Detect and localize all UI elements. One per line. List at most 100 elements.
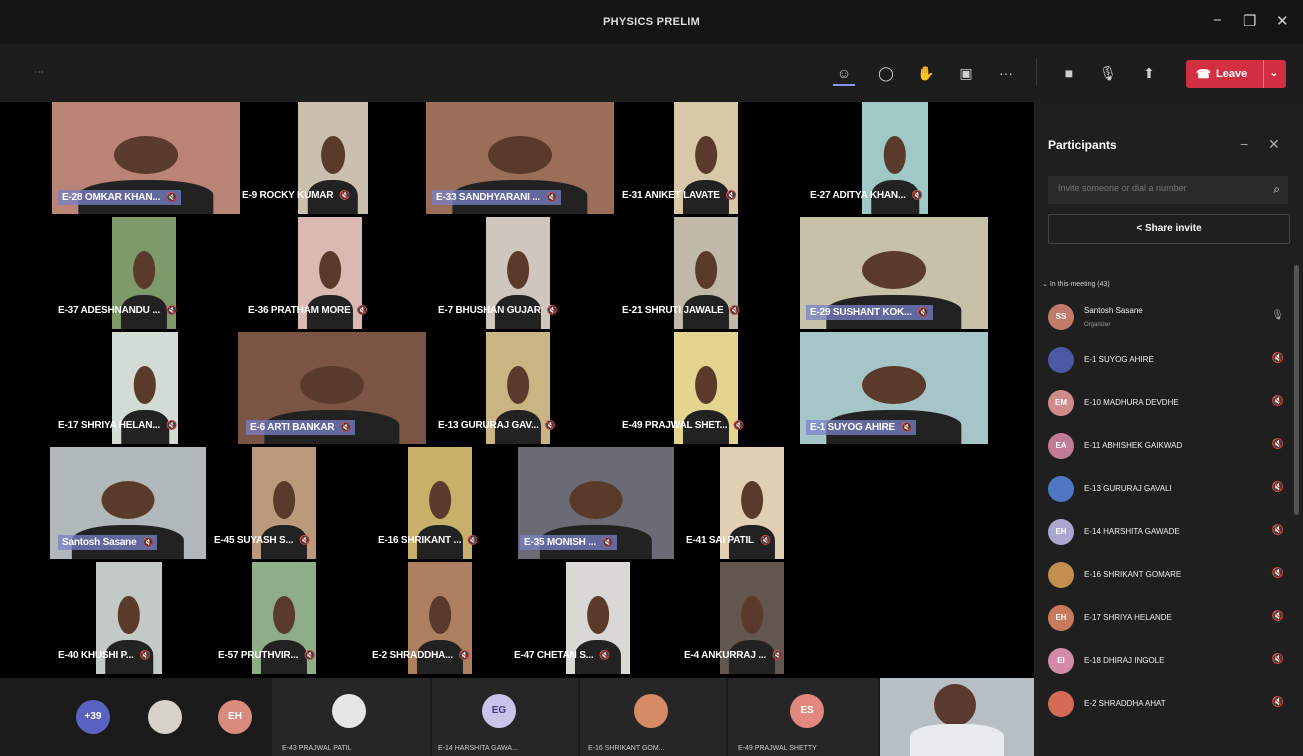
- mic-muted-icon: 🔇: [339, 190, 351, 200]
- in-meeting-section-toggle[interactable]: ⌄ In this meeting (43): [1042, 280, 1110, 288]
- person-head: [741, 480, 763, 519]
- participant-name: E-13 GURURAJ GAVALI: [1084, 484, 1172, 493]
- mic-muted-icon[interactable]: 🔇: [1272, 568, 1284, 579]
- mic-muted-icon: 🔇: [546, 192, 558, 202]
- participant-name: E-4 ANKURRAJ ...: [684, 650, 766, 661]
- avatar: [1048, 691, 1074, 717]
- more-actions-button[interactable]: ···: [995, 62, 1017, 84]
- share-screen-icon[interactable]: ⬆: [1138, 62, 1160, 84]
- participant-row[interactable]: EI E-18 DHIRAJ INGOLE 🔇: [1048, 642, 1288, 682]
- avatar: [148, 700, 182, 734]
- participant-name-label: E-33 SANDHYARANI ... 🔇: [432, 190, 562, 205]
- self-view-video[interactable]: [880, 678, 1034, 756]
- minimize-button[interactable]: −: [1213, 12, 1222, 29]
- participants-icon[interactable]: ☺: [833, 62, 855, 86]
- microphone-icon[interactable]: 🎙: [1097, 62, 1119, 84]
- close-button[interactable]: ✕: [1276, 12, 1289, 30]
- mic-muted-icon: 🔇: [166, 192, 178, 202]
- video-tile[interactable]: EG E-14 HARSHITA GAWA...: [432, 678, 578, 756]
- participant-name: E-9 ROCKY KUMAR: [242, 190, 334, 201]
- mic-muted-icon[interactable]: 🔇: [1272, 353, 1284, 364]
- person-head: [695, 250, 717, 289]
- mic-muted-icon: 🔇: [759, 535, 771, 545]
- person-head: [587, 595, 609, 634]
- mic-muted-icon[interactable]: 🔇: [1272, 439, 1284, 450]
- mic-muted-icon[interactable]: 🔇: [1272, 697, 1284, 708]
- share-invite-button[interactable]: < Share invite: [1048, 214, 1290, 244]
- toolbar-divider: [1036, 58, 1037, 86]
- participant-row[interactable]: EM E-10 MADHURA DEVDHE 🔇: [1048, 384, 1288, 424]
- participant-name: Santosh Sasane: [62, 537, 137, 548]
- chat-icon[interactable]: ◯: [875, 62, 897, 84]
- participant-name-label: E-57 PRUTHVIR... 🔇: [218, 650, 315, 661]
- avatar: [332, 694, 366, 728]
- maximize-button[interactable]: ❐: [1243, 12, 1256, 30]
- person-head: [695, 365, 717, 404]
- person-head: [300, 365, 364, 404]
- participant-name: E-10 MADHURA DEVDHE: [1084, 398, 1179, 407]
- mic-muted-icon[interactable]: 🔇: [1272, 482, 1284, 493]
- invite-field[interactable]: ⌕: [1048, 176, 1288, 204]
- participant-row[interactable]: EH E-17 SHRIYA HELANDE 🔇: [1048, 599, 1288, 639]
- mic-muted-icon[interactable]: 🔇: [1272, 611, 1284, 622]
- participant-name: E-11 ABHISHEK GAIKWAD: [1084, 441, 1183, 450]
- participant-name-label: E-9 ROCKY KUMAR 🔇: [242, 190, 350, 201]
- participant-name: E-1 SUYOG AHIRE: [1084, 355, 1154, 364]
- participant-name-label: E-16 SHRIKANT ... 🔇: [378, 535, 478, 546]
- camera-icon[interactable]: ■: [1058, 62, 1080, 84]
- mic-muted-icon: 🔇: [599, 650, 611, 660]
- participant-name-label: E-17 SHRIYA HELAN... 🔇: [58, 420, 177, 431]
- breakout-rooms-icon[interactable]: ▣: [955, 62, 977, 84]
- leave-button[interactable]: ☎ Leave ⌄: [1186, 60, 1286, 88]
- mic-muted-icon: 🔇: [467, 535, 479, 545]
- video-tile[interactable]: E-16 SHRIKANT GOM...: [580, 678, 726, 756]
- person-head: [114, 135, 178, 174]
- participant-name: E-49 PRAJWAL SHET...: [622, 420, 728, 431]
- participant-name-label: E-47 CHETAN S... 🔇: [514, 650, 611, 661]
- chevron-down-icon[interactable]: ⌄: [1262, 60, 1278, 88]
- avatar: ES: [790, 694, 824, 728]
- mic-muted-icon: 🔇: [458, 650, 470, 660]
- participant-name-label: E-28 OMKAR KHAN... 🔇: [58, 190, 182, 205]
- minimize-panel-icon[interactable]: −: [1240, 136, 1248, 152]
- section-label: In this meeting (43): [1049, 281, 1110, 288]
- search-icon[interactable]: ⌕: [1273, 182, 1280, 197]
- avatar: EH: [1048, 605, 1074, 631]
- participant-row[interactable]: E-2 SHRADDHA AHAT 🔇: [1048, 685, 1288, 725]
- participant-row[interactable]: EH E-14 HARSHITA GAWADE 🔇: [1048, 513, 1288, 553]
- video-tile[interactable]: E-43 PRAJWAL PATIL: [272, 678, 430, 756]
- person-head: [133, 250, 155, 289]
- mic-muted-icon: 🔇: [340, 422, 352, 432]
- video-tile[interactable]: ES E-49 PRAJWAL SHETTY: [728, 678, 878, 756]
- avatar: [634, 694, 668, 728]
- microphone-icon[interactable]: 🎙: [1271, 310, 1284, 321]
- person-head: [429, 595, 451, 634]
- participant-row[interactable]: E-16 SHRIKANT GOMARE 🔇: [1048, 556, 1288, 596]
- avatar: SS: [1048, 304, 1074, 330]
- mic-muted-icon[interactable]: 🔇: [1272, 525, 1284, 536]
- invite-input[interactable]: [1056, 182, 1260, 194]
- person-head: [101, 480, 155, 519]
- drag-handle-icon: ⋯: [34, 67, 44, 78]
- mic-muted-icon: 🔇: [139, 650, 151, 660]
- participant-name-label: E-41 SAI PATIL 🔇: [686, 535, 771, 546]
- participant-row[interactable]: E-13 GURURAJ GAVALI 🔇: [1048, 470, 1288, 510]
- avatar: [1048, 476, 1074, 502]
- participant-name-label: E-2 SHRADDHA... 🔇: [372, 650, 470, 661]
- participant-name: E-16 SHRIKANT ...: [378, 535, 462, 546]
- mic-muted-icon[interactable]: 🔇: [1272, 654, 1284, 665]
- more-participants-badge[interactable]: +39: [76, 700, 110, 734]
- scrollbar[interactable]: [1294, 265, 1299, 515]
- participant-name: E-18 DHIRAJ INGOLE: [1084, 656, 1165, 665]
- participant-row[interactable]: E-1 SUYOG AHIRE 🔇: [1048, 341, 1288, 381]
- reactions-icon[interactable]: ✋: [915, 62, 937, 84]
- mic-muted-icon: 🔇: [729, 305, 741, 315]
- person-head: [507, 365, 529, 404]
- participant-row[interactable]: SS Santosh Sasane Organizer 🎙: [1048, 298, 1288, 338]
- close-icon[interactable]: ✕: [1268, 136, 1280, 153]
- avatar: EH: [1048, 519, 1074, 545]
- participant-name-label: E-36 PRATHAM MORE 🔇: [248, 305, 368, 316]
- mic-muted-icon[interactable]: 🔇: [1272, 396, 1284, 407]
- person-shirt: [910, 724, 1004, 756]
- participant-row[interactable]: EA E-11 ABHISHEK GAIKWAD 🔇: [1048, 427, 1288, 467]
